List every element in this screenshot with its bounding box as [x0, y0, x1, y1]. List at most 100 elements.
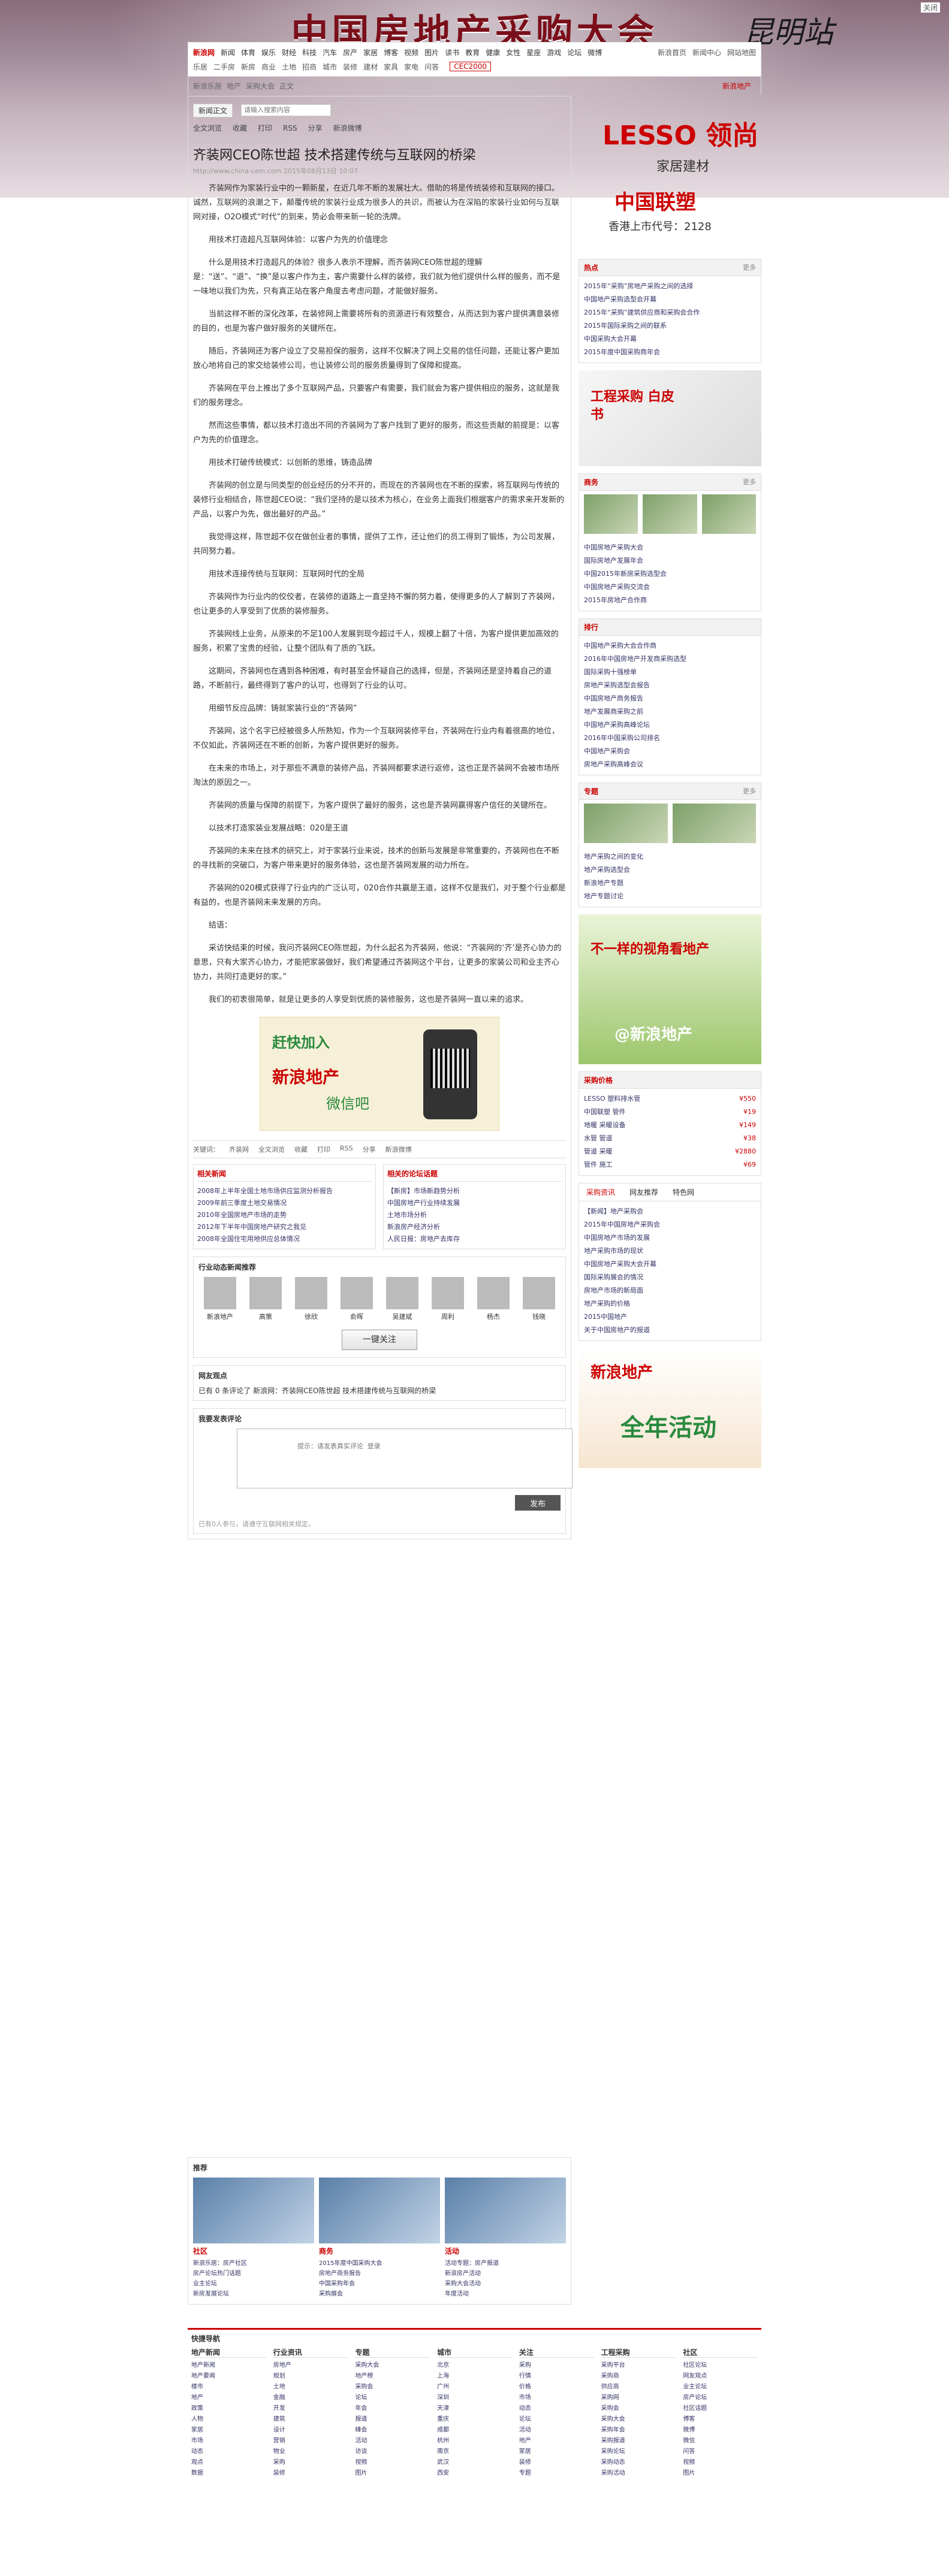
crumb-item[interactable]: 新浪乐居 [193, 81, 222, 91]
quick-nav-link[interactable]: 问答 [683, 2447, 758, 2457]
nav-item[interactable]: 科技 [302, 49, 317, 57]
whitepaper-ad[interactable]: 工程采购 白皮书 [579, 370, 761, 466]
sidebar-list-item[interactable]: 2016年中国房地产开发商采购选型 [584, 653, 756, 666]
quick-nav-link[interactable]: 土地 [273, 2382, 348, 2393]
nav-item[interactable]: 读书 [445, 49, 459, 57]
nav-item[interactable]: 家居 [363, 49, 378, 57]
tab-procurement[interactable]: 采购资讯 [579, 1183, 622, 1201]
sidebar-list-item[interactable]: 国际房地产发展年会 [584, 554, 756, 567]
sidebar-list-item[interactable]: 2015中国地产 [584, 1310, 756, 1324]
quick-nav-heading[interactable]: 城市 [437, 2347, 512, 2358]
news-center-link[interactable]: 新闻中心 [692, 47, 721, 58]
quick-nav-link[interactable]: 地产榜 [355, 2371, 430, 2382]
sidebar-list-item[interactable]: 中国采购大会开幕 [584, 333, 756, 346]
related-topic-item[interactable]: 【新房】市场新趋势分析 [387, 1185, 562, 1197]
nav-item[interactable]: 娱乐 [261, 49, 276, 57]
quick-nav-link[interactable]: 人物 [191, 2414, 266, 2425]
quick-nav-link[interactable]: 采购会 [355, 2382, 430, 2393]
sidebar-list-item[interactable]: 中国房地产采购交流会 [584, 581, 756, 594]
follow-avatar-item[interactable]: 周利 [432, 1277, 464, 1321]
rss-button[interactable]: RSS [340, 1144, 353, 1154]
avatar[interactable] [386, 1277, 418, 1309]
subnav-item[interactable]: 招商 [302, 63, 317, 71]
quick-nav-link[interactable]: 地产 [191, 2393, 266, 2403]
search-input[interactable] [241, 104, 332, 116]
sidebar-list-item[interactable]: 地产采购之间的变化 [584, 850, 756, 863]
sidebar-list-item[interactable]: 2016年中国采购公司排名 [584, 732, 756, 745]
weibo-green-ad[interactable]: 不一样的视角看地产 @新浪地产 [579, 914, 761, 1064]
avatar[interactable] [249, 1277, 282, 1309]
follow-avatar-item[interactable]: 新浪地产 [204, 1277, 236, 1321]
sidebar-list-item[interactable]: 国际采购十强榜单 [584, 666, 756, 679]
quick-nav-link[interactable]: 数据 [191, 2468, 266, 2479]
annual-event-ad[interactable]: 新浪地产 全年活动 [579, 1348, 761, 1468]
quick-nav-link[interactable]: 武汉 [437, 2457, 512, 2468]
quick-nav-link[interactable]: 动态 [191, 2447, 266, 2457]
thumb-image[interactable] [584, 804, 668, 843]
print-button[interactable]: 打印 [258, 123, 272, 133]
quick-nav-link[interactable]: 峰会 [355, 2425, 430, 2436]
follow-avatar-item[interactable]: 杨杰 [477, 1277, 510, 1321]
card-list-item[interactable]: 业主论坛 [193, 2279, 314, 2289]
card-list-item[interactable]: 采购大会活动 [445, 2279, 566, 2289]
quick-nav-link[interactable]: 房地产 [273, 2360, 348, 2371]
follow-all-button[interactable]: 一键关注 [342, 1330, 417, 1350]
share-button[interactable]: 分享 [308, 123, 323, 133]
quick-nav-heading[interactable]: 工程采购 [601, 2347, 676, 2358]
price-row[interactable]: LESSO 塑料排水管 ¥550 [584, 1092, 756, 1106]
quick-nav-link[interactable]: 金融 [273, 2393, 348, 2403]
favorite-button[interactable]: 收藏 [233, 123, 247, 133]
card-list-item[interactable]: 新浪房产活动 [445, 2269, 566, 2279]
quick-nav-heading[interactable]: 社区 [683, 2347, 758, 2358]
quick-nav-link[interactable]: 楼市 [191, 2382, 266, 2393]
quick-nav-link[interactable]: 社区话题 [683, 2403, 758, 2414]
nav-item[interactable]: 财经 [282, 49, 296, 57]
fulltext-button[interactable]: 全文浏览 [193, 123, 222, 133]
sidebar-list-item[interactable]: 2015年国际采购之间的联系 [584, 319, 756, 333]
related-news-item[interactable]: 2008年全国住宅用地供应总体情况 [197, 1233, 372, 1245]
quick-nav-link[interactable]: 设计 [273, 2425, 348, 2436]
sidebar-list-item[interactable]: 中国地产采购会 [584, 745, 756, 758]
quick-nav-link[interactable]: 采购会 [601, 2403, 676, 2414]
sidebar-list-item[interactable]: 2015年中国房地产采购会 [584, 1218, 756, 1231]
quick-nav-link[interactable]: 开发 [273, 2403, 348, 2414]
sidebar-list-item[interactable]: 2015年“采购”建筑供应商和采购会合作 [584, 306, 756, 319]
quick-nav-link[interactable]: 采购商 [601, 2371, 676, 2382]
nav-item[interactable]: 女性 [506, 49, 520, 57]
favorite-button[interactable]: 收藏 [294, 1144, 308, 1154]
quick-nav-link[interactable]: 杭州 [437, 2436, 512, 2447]
quick-nav-link[interactable]: 采购 [519, 2360, 594, 2371]
nav-item[interactable]: 视频 [404, 49, 418, 57]
sidebar-list-item[interactable]: 2015年度中国采购商年会 [584, 346, 756, 359]
quick-nav-link[interactable]: 采购年会 [601, 2425, 676, 2436]
quick-nav-link[interactable]: 采购平台 [601, 2360, 676, 2371]
nav-item[interactable]: 教育 [465, 49, 480, 57]
sidebar-list-item[interactable]: 地产采购选型会 [584, 863, 756, 877]
thumb-image[interactable] [701, 494, 756, 534]
follow-avatar-item[interactable]: 钱晓 [523, 1277, 555, 1321]
subnav-item[interactable]: 乐居 [193, 63, 207, 71]
quick-nav-link[interactable]: 采购大会 [601, 2414, 676, 2425]
sidebar-list-item[interactable]: 地产采购市场的现状 [584, 1245, 756, 1258]
related-news-item[interactable]: 2010年全国房地产市场的走势 [197, 1209, 372, 1221]
send-button[interactable]: 发布 [515, 1495, 561, 1511]
related-news-item[interactable]: 2009年前三季度土地交易情况 [197, 1197, 372, 1209]
subnav-item[interactable]: 二手房 [213, 63, 235, 71]
quick-nav-link[interactable]: 活动 [355, 2436, 430, 2447]
sidebar-list-item[interactable]: 中国地产采购选型会开幕 [584, 293, 756, 306]
more-link[interactable]: 更多 [743, 474, 756, 490]
sidebar-list-item[interactable]: 【新闻】地产采购会 [584, 1205, 756, 1218]
print-button[interactable]: 打印 [317, 1144, 330, 1154]
quick-nav-heading[interactable]: 专题 [355, 2347, 430, 2358]
nav-item[interactable]: 体育 [241, 49, 255, 57]
quick-nav-link[interactable]: 年会 [355, 2403, 430, 2414]
avatar[interactable] [341, 1277, 373, 1309]
fulltext-button[interactable]: 全文浏览 [258, 1144, 285, 1154]
quick-nav-link[interactable]: 采购网 [601, 2393, 676, 2403]
quick-nav-heading[interactable]: 地产新闻 [191, 2347, 266, 2358]
quick-nav-link[interactable]: 行情 [519, 2371, 594, 2382]
quick-nav-link[interactable]: 社区论坛 [683, 2360, 758, 2371]
price-row[interactable]: 水管 管道 ¥38 [584, 1132, 756, 1145]
quick-nav-link[interactable]: 市场 [191, 2436, 266, 2447]
sidebar-list-item[interactable]: 中国地产采购大会合作商 [584, 639, 756, 653]
